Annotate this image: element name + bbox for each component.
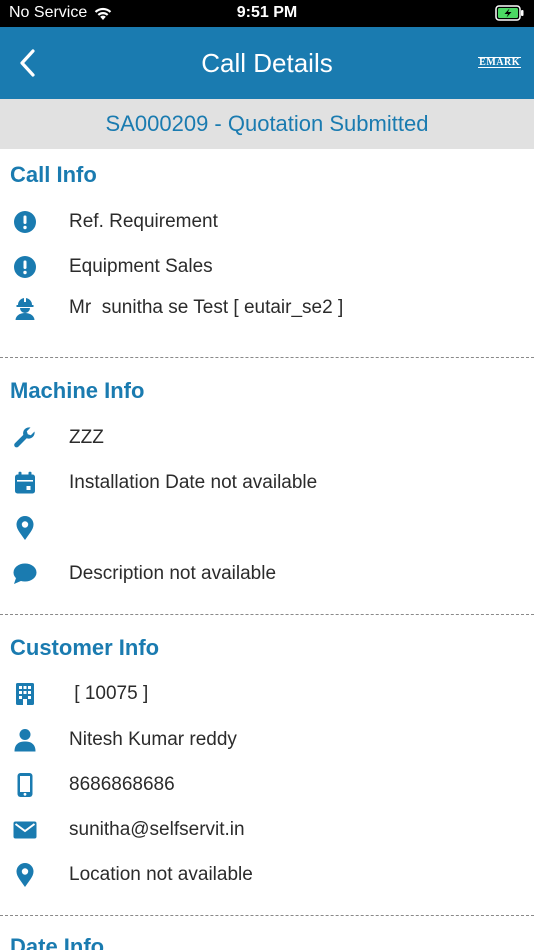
- chat-bubble-icon: [12, 561, 38, 587]
- exclamation-circle-icon: [12, 209, 38, 235]
- map-pin-icon: [12, 862, 38, 888]
- call-info-title: Call Info: [10, 162, 97, 187]
- machine-info-row-installation-date: Installation Date not available: [0, 468, 534, 498]
- call-type-text: Equipment Sales: [69, 256, 213, 277]
- call-info-row-call-type: Equipment Sales: [0, 252, 534, 282]
- customer-info-title: Customer Info: [10, 635, 160, 660]
- customer-location-text: Location not available: [69, 864, 253, 885]
- section-divider: [0, 357, 534, 358]
- person-icon: [12, 727, 38, 753]
- machine-info-title: Machine Info: [10, 378, 145, 403]
- machine-info-row-location: [0, 513, 534, 543]
- engineer-icon: [12, 295, 38, 321]
- machine-description-text: Description not available: [69, 563, 277, 584]
- status-bar: No Service 9:51 PM: [0, 0, 534, 27]
- machine-model-text: ZZZ: [69, 427, 104, 448]
- customer-company-text: [ 10075 ]: [69, 683, 149, 704]
- call-info-row-reference: Ref. Requirement: [0, 207, 534, 237]
- envelope-icon: [12, 817, 38, 843]
- customer-phone-text[interactable]: 8686868686: [69, 774, 175, 796]
- customer-contact-name-text: Nitesh Kumar reddy: [69, 729, 237, 750]
- status-time: 9:51 PM: [236, 4, 298, 21]
- customer-info-row-location: Location not available: [0, 860, 534, 890]
- date-info-title: Date Info: [10, 934, 105, 950]
- battery-charging-icon: [495, 5, 524, 21]
- customer-info-row-phone[interactable]: 8686868686: [0, 770, 534, 800]
- calendar-icon: [12, 470, 38, 496]
- installation-date-text: Installation Date not available: [69, 472, 318, 493]
- machine-info-row-model: ZZZ: [0, 423, 534, 453]
- call-info-row-engineer: Mr sunitha se Test [ eutair_se2 ]: [0, 293, 534, 323]
- call-status-banner: SA000209 - Quotation Submitted: [0, 99, 534, 149]
- exclamation-circle-icon: [12, 254, 38, 280]
- map-pin-icon: [12, 515, 38, 541]
- machine-info-row-description: Description not available: [0, 559, 534, 589]
- building-icon: [12, 681, 38, 707]
- page-title: Call Details: [201, 48, 333, 78]
- section-divider: [0, 614, 534, 615]
- call-reference-text: Ref. Requirement: [69, 211, 218, 232]
- nav-bar: Call Details EMARK: [0, 27, 534, 99]
- mobile-phone-icon: [12, 772, 38, 798]
- customer-info-row-email[interactable]: sunitha@selfservit.in: [0, 815, 534, 845]
- wrench-icon: [12, 425, 38, 451]
- customer-email-text[interactable]: sunitha@selfservit.in: [69, 819, 245, 841]
- engineer-name-text: Mr sunitha se Test [ eutair_se2 ]: [69, 297, 344, 318]
- customer-info-row-contact-name: Nitesh Kumar reddy: [0, 725, 534, 755]
- section-divider: [0, 915, 534, 916]
- customer-info-row-company: [ 10075 ]: [0, 679, 534, 709]
- brand-logo: EMARK: [478, 57, 521, 68]
